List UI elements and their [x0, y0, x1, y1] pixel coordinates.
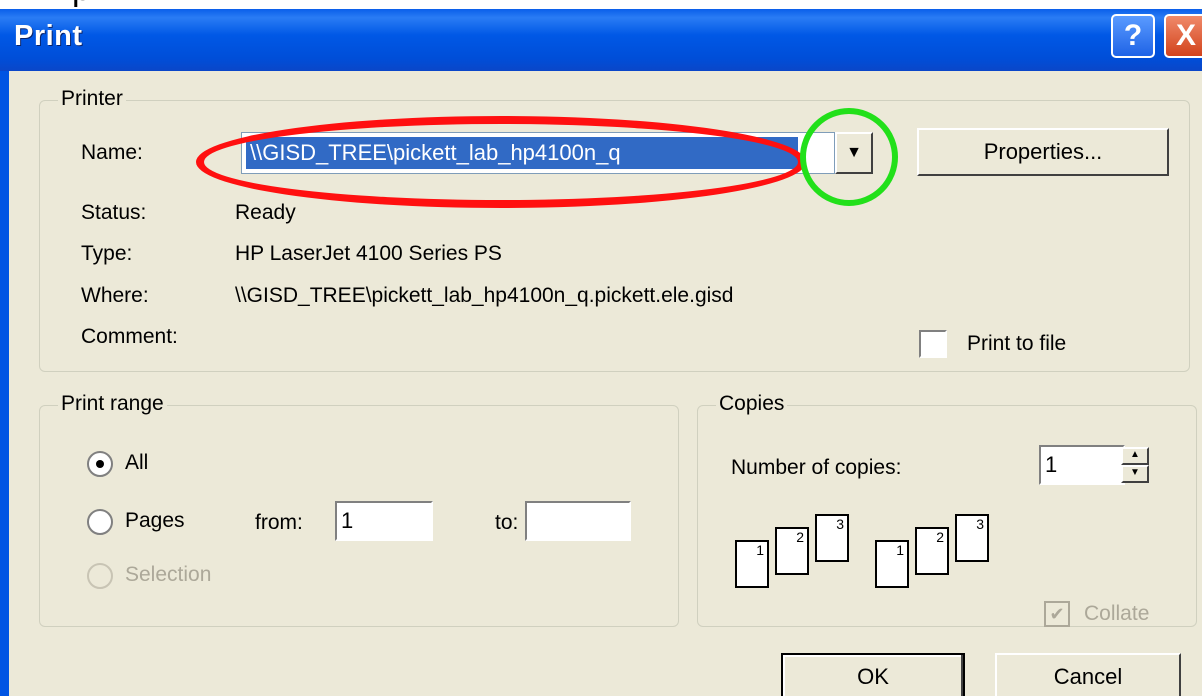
print-to-file-checkbox[interactable]	[919, 330, 947, 358]
page-3-icon: 3	[955, 514, 989, 562]
cancel-button-label: Cancel	[1053, 664, 1123, 689]
spin-down-button[interactable]: ▼	[1121, 465, 1149, 483]
type-value: HP LaserJet 4100 Series PS	[235, 242, 502, 265]
print-dialog: Print ? X Printer Name: \\GISD_TREE\pick…	[0, 9, 1202, 696]
red-highlight-ellipse	[196, 116, 806, 208]
from-label: from:	[255, 511, 303, 534]
page-1-icon: 1	[735, 540, 769, 588]
copies-legend: Copies	[716, 392, 788, 416]
question-mark-icon: ?	[1123, 19, 1143, 52]
properties-button-label: Properties...	[983, 139, 1103, 164]
copies-group: Copies	[697, 392, 1197, 627]
copies-input[interactable]: 1	[1039, 445, 1125, 485]
page-3-icon: 3	[815, 514, 849, 562]
page-2-icon: 2	[915, 527, 949, 575]
arrow-up-icon: ▲	[1130, 449, 1140, 460]
page-1-icon: 1	[875, 540, 909, 588]
radio-selection-label[interactable]: Selection	[125, 563, 211, 587]
to-input[interactable]	[525, 501, 631, 541]
page-2-icon: 2	[775, 527, 809, 575]
page-header-fragment: p	[72, 0, 91, 9]
green-highlight-circle	[800, 108, 898, 206]
spin-up-button[interactable]: ▲	[1121, 447, 1149, 465]
name-label: Name:	[81, 141, 143, 164]
ok-button[interactable]: OK	[781, 653, 965, 696]
title-bar: Print ? X	[0, 9, 1202, 71]
where-label: Where:	[81, 284, 149, 307]
radio-pages-label[interactable]: Pages	[125, 509, 185, 533]
dialog-title: Print	[14, 20, 83, 52]
close-button[interactable]: X	[1164, 14, 1202, 58]
comment-label: Comment:	[81, 325, 178, 348]
print-to-file-label[interactable]: Print to file	[967, 332, 1066, 356]
radio-selection[interactable]	[87, 563, 113, 589]
from-input[interactable]: 1	[335, 501, 433, 541]
radio-all[interactable]	[87, 451, 113, 477]
print-range-legend: Print range	[58, 392, 167, 416]
collate-label[interactable]: Collate	[1084, 602, 1149, 626]
arrow-down-icon: ▼	[1130, 467, 1140, 478]
ok-button-label: OK	[857, 664, 889, 689]
printer-legend: Printer	[58, 87, 126, 111]
help-button[interactable]: ?	[1111, 14, 1155, 58]
collate-checkbox[interactable]: ✔	[1044, 601, 1070, 627]
number-of-copies-label: Number of copies:	[731, 456, 902, 479]
close-icon: X	[1176, 19, 1197, 52]
radio-pages[interactable]	[87, 509, 113, 535]
status-label: Status:	[81, 201, 147, 224]
to-label: to:	[495, 511, 519, 534]
properties-button[interactable]: Properties...	[917, 128, 1169, 176]
where-value: \\GISD_TREE\pickett_lab_hp4100n_q.picket…	[235, 284, 734, 307]
radio-selected-dot	[96, 460, 104, 468]
cancel-button[interactable]: Cancel	[995, 653, 1181, 696]
radio-all-label[interactable]: All	[125, 451, 148, 475]
checkmark-icon: ✔	[1049, 604, 1065, 624]
status-value: Ready	[235, 201, 296, 224]
page-top-strip: p	[0, 0, 1202, 9]
type-label: Type:	[81, 242, 133, 265]
